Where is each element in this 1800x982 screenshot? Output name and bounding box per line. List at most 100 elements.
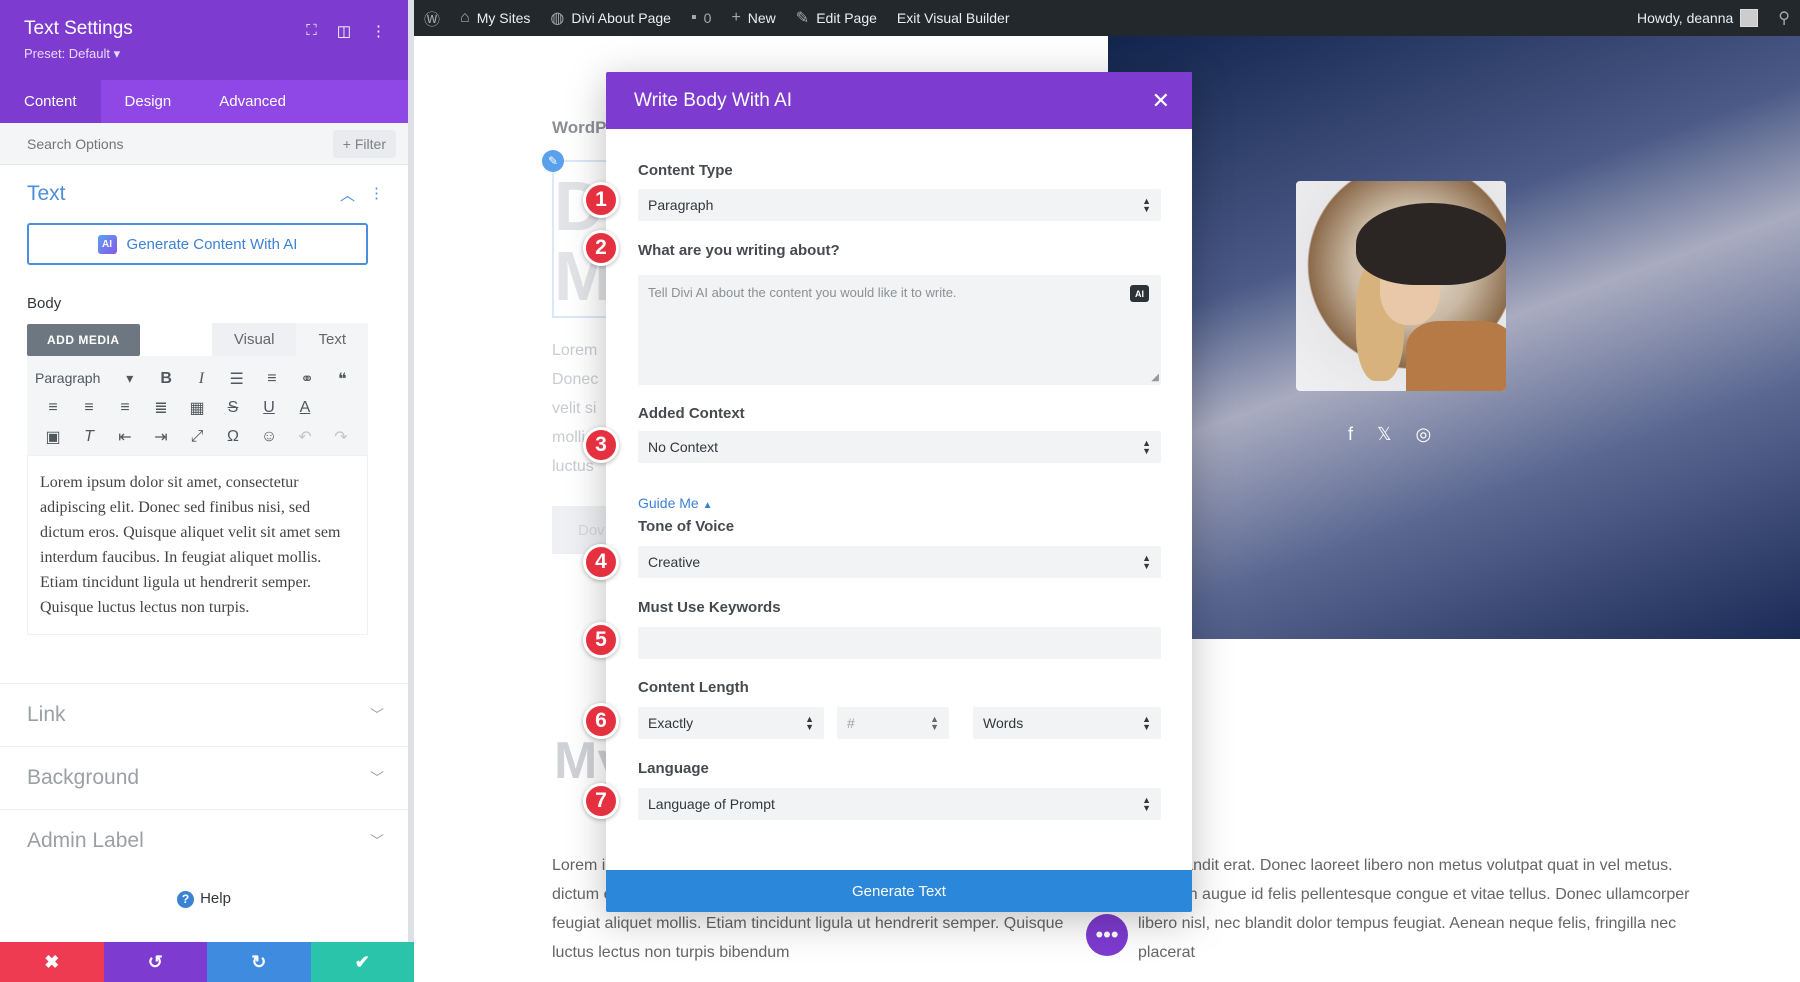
facebook-icon[interactable]: f: [1348, 424, 1353, 445]
x-twitter-icon[interactable]: 𝕏: [1377, 424, 1392, 445]
link-icon[interactable]: ⚭: [289, 369, 324, 389]
section-link[interactable]: Link﹀: [0, 683, 408, 746]
comment-icon: ▪: [691, 9, 697, 27]
underline-icon[interactable]: U: [251, 399, 287, 417]
text-color-icon[interactable]: A: [287, 399, 323, 417]
body-field-label: Body: [27, 295, 408, 312]
more-vertical-icon[interactable]: ⋮: [371, 22, 386, 40]
align-right-icon[interactable]: ≡: [107, 399, 143, 417]
triangle-up-icon: ▲: [703, 500, 713, 511]
paste-icon[interactable]: ▣: [35, 427, 71, 447]
tone-of-voice-label: Tone of Voice: [638, 518, 734, 535]
content-length-label: Content Length: [638, 679, 749, 696]
italic-icon[interactable]: I: [184, 370, 219, 388]
wordpress-icon: Ⓦ: [424, 6, 440, 30]
ai-icon[interactable]: AI: [1130, 285, 1149, 302]
strikethrough-icon[interactable]: S: [215, 399, 251, 417]
generate-text-button[interactable]: Generate Text: [606, 870, 1192, 912]
generate-content-ai-button[interactable]: AI Generate Content With AI: [27, 223, 368, 265]
edit-page-link[interactable]: ✎Edit Page: [786, 0, 887, 36]
language-select[interactable]: Language of Prompt▲▼: [638, 788, 1161, 820]
added-context-select[interactable]: No Context▲▼: [638, 431, 1161, 463]
bold-icon[interactable]: B: [149, 370, 184, 388]
indent-icon[interactable]: ⇥: [143, 427, 179, 447]
redo-button[interactable]: ↻: [207, 942, 311, 982]
my-sites-menu[interactable]: ⌂My Sites: [450, 0, 540, 36]
align-justify-icon[interactable]: ≣: [143, 398, 179, 418]
tab-advanced[interactable]: Advanced: [195, 80, 310, 123]
omega-icon[interactable]: Ω: [215, 428, 251, 446]
writing-about-textarea[interactable]: Tell Divi AI about the content you would…: [638, 275, 1161, 385]
chevron-down-icon: ﹀: [370, 705, 384, 725]
select-arrows-icon: ▲▼: [1142, 715, 1151, 731]
align-center-icon[interactable]: ≡: [71, 399, 107, 417]
format-select[interactable]: Paragraph ▾: [35, 370, 149, 387]
undo-button[interactable]: ↺: [104, 942, 208, 982]
write-body-ai-modal: Write Body With AI ✕ Content Type Paragr…: [606, 72, 1192, 912]
chevron-up-icon[interactable]: ︿: [340, 184, 355, 205]
step-badge-4: 4: [583, 544, 619, 580]
bullet-list-icon[interactable]: ☰: [219, 369, 254, 389]
avatar: [1740, 9, 1758, 27]
close-icon: ✖: [44, 952, 59, 973]
plus-icon: +: [731, 9, 740, 27]
fullscreen-icon[interactable]: ⤢: [179, 428, 215, 446]
tab-content[interactable]: Content: [0, 80, 101, 123]
save-button[interactable]: ✔: [311, 942, 415, 982]
instagram-icon[interactable]: ◎: [1416, 424, 1432, 445]
stepper-icon[interactable]: ▲▼: [930, 715, 939, 731]
section-background[interactable]: Background﹀: [0, 746, 408, 809]
modal-header: Write Body With AI ✕: [606, 72, 1192, 129]
tab-design[interactable]: Design: [101, 80, 196, 123]
filter-button[interactable]: + Filter: [333, 130, 396, 158]
exit-visual-builder-link[interactable]: Exit Visual Builder: [887, 0, 1020, 36]
redo-icon[interactable]: ↷: [323, 427, 359, 447]
help-link[interactable]: ?Help: [0, 890, 408, 908]
undo-icon[interactable]: ↶: [287, 427, 323, 447]
pencil-icon: ✎: [548, 154, 558, 168]
divi-builder-screen: Ⓦ ⌂My Sites ◍Divi About Page ▪0 +New ✎Ed…: [0, 0, 1800, 982]
keywords-input[interactable]: [638, 627, 1161, 659]
content-type-label: Content Type: [638, 162, 733, 179]
wordpress-logo-button[interactable]: Ⓦ: [414, 0, 450, 36]
length-number-input[interactable]: #▲▼: [837, 707, 949, 739]
redo-icon: ↻: [251, 952, 266, 973]
body-editor[interactable]: Lorem ipsum dolor sit amet, consectetur …: [27, 455, 368, 635]
editor-tab-visual[interactable]: Visual: [212, 323, 297, 356]
content-type-select[interactable]: Paragraph▲▼: [638, 189, 1161, 221]
close-modal-button[interactable]: ✕: [1152, 88, 1170, 114]
resize-grip-icon[interactable]: ◢: [1151, 372, 1159, 383]
new-content-menu[interactable]: +New: [721, 0, 785, 36]
align-left-icon[interactable]: ≡: [35, 399, 71, 417]
emoji-icon[interactable]: ☺: [251, 428, 287, 446]
help-icon: ?: [177, 891, 194, 908]
fullscreen-icon[interactable]: ⛶: [306, 22, 317, 40]
length-unit-select[interactable]: Words▲▼: [973, 707, 1161, 739]
step-badge-7: 7: [583, 783, 619, 819]
table-icon[interactable]: ▦: [179, 398, 215, 418]
tone-of-voice-select[interactable]: Creative▲▼: [638, 546, 1161, 578]
site-name-menu[interactable]: ◍Divi About Page: [540, 0, 681, 36]
more-vertical-icon[interactable]: ⋮: [369, 184, 384, 205]
outdent-icon[interactable]: ⇤: [107, 427, 143, 447]
numbered-list-icon[interactable]: ≡: [254, 370, 289, 388]
guide-me-toggle[interactable]: Guide Me ▲: [638, 495, 713, 511]
comments-menu[interactable]: ▪0: [681, 0, 721, 36]
editor-tab-text[interactable]: Text: [296, 323, 368, 356]
builder-options-button[interactable]: •••: [1086, 914, 1128, 956]
split-view-icon[interactable]: ◫: [337, 22, 351, 40]
preset-dropdown[interactable]: Preset: Default ▾: [24, 46, 384, 62]
panel-action-bar: ✖ ↺ ↻ ✔: [0, 942, 414, 982]
section-admin-label[interactable]: Admin Label﹀: [0, 809, 408, 872]
account-menu[interactable]: Howdy, deanna: [1627, 0, 1768, 36]
discard-button[interactable]: ✖: [0, 942, 104, 982]
length-mode-select[interactable]: Exactly▲▼: [638, 707, 824, 739]
text-section-header[interactable]: Text ︿⋮: [0, 165, 408, 223]
clear-format-icon[interactable]: T: [71, 428, 107, 446]
panel-tabs: Content Design Advanced: [0, 80, 408, 123]
select-arrows-icon: ▲▼: [1142, 796, 1151, 812]
quote-icon[interactable]: ❝: [325, 369, 360, 389]
admin-search-button[interactable]: ⚲: [1768, 0, 1800, 36]
search-options-input[interactable]: [27, 136, 333, 152]
add-media-button[interactable]: ADD MEDIA: [27, 324, 140, 356]
